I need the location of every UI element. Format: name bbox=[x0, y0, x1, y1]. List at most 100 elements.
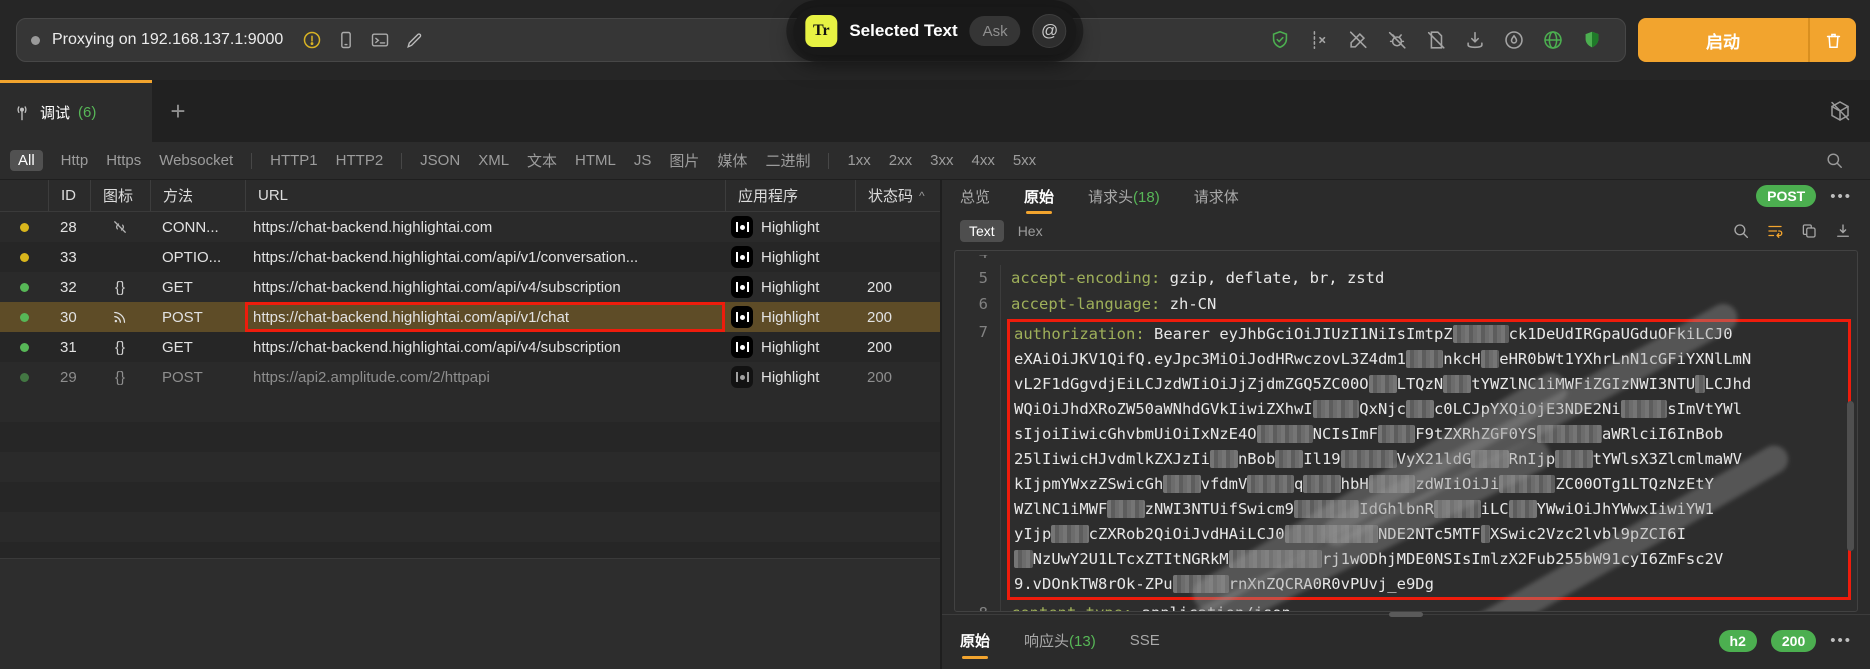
raw-request-view[interactable]: 4 accept: */* 5 accept-encoding: gzip, d… bbox=[954, 250, 1858, 612]
col-url[interactable]: URL bbox=[245, 180, 725, 211]
filter-html[interactable]: HTML bbox=[575, 152, 616, 169]
filter-1xx[interactable]: 1xx bbox=[847, 152, 870, 169]
row-url: https://chat-backend.highlightai.com/api… bbox=[245, 272, 725, 302]
highlight-app-icon bbox=[731, 336, 753, 358]
request-response-splitter[interactable] bbox=[942, 612, 1870, 620]
pending-dot bbox=[20, 223, 29, 232]
filter-http[interactable]: Http bbox=[61, 152, 89, 169]
tab-debug-session[interactable]: 调试 (6) bbox=[0, 80, 152, 142]
row-id: 33 bbox=[48, 249, 90, 266]
tab-response-headers[interactable]: 响应头(13) bbox=[1024, 630, 1096, 651]
detail-panel: 总览 原始 请求头(18) 请求体 POST ••• Text Hex bbox=[942, 180, 1870, 669]
tab-raw[interactable]: 原始 bbox=[1024, 186, 1054, 207]
highlight-app-icon bbox=[731, 276, 753, 298]
tab-debug-label: 调试 bbox=[40, 102, 70, 123]
ask-button[interactable]: Ask bbox=[970, 16, 1021, 46]
filter-http1[interactable]: HTTP1 bbox=[270, 152, 318, 169]
view-text-tab[interactable]: Text bbox=[960, 220, 1004, 242]
tab-sse[interactable]: SSE bbox=[1130, 632, 1160, 649]
content-search-icon[interactable] bbox=[1732, 222, 1750, 240]
new-tab-button[interactable]: + bbox=[152, 80, 204, 142]
tab-response-raw[interactable]: 原始 bbox=[960, 630, 990, 651]
filter-http2[interactable]: HTTP2 bbox=[336, 152, 384, 169]
splitter-grip[interactable] bbox=[1389, 612, 1423, 617]
filter-text[interactable]: 文本 bbox=[527, 150, 557, 171]
start-button[interactable]: 启动 bbox=[1638, 18, 1856, 62]
col-status[interactable]: 状态码^ bbox=[855, 180, 940, 211]
col-id[interactable]: ID bbox=[48, 180, 90, 211]
security-shield-icon[interactable] bbox=[1581, 29, 1603, 51]
table-row[interactable]: 31 {} GET https://chat-backend.highlight… bbox=[0, 332, 940, 362]
tab-debug-count: (6) bbox=[78, 104, 96, 121]
col-app[interactable]: 应用程序 bbox=[725, 180, 855, 211]
filter-json[interactable]: JSON bbox=[420, 152, 460, 169]
filter-group-status: 1xx 2xx 3xx 4xx 5xx bbox=[847, 152, 1036, 169]
table-row-selected[interactable]: 30 POST https://chat-backend.highlightai… bbox=[0, 302, 940, 332]
row-app: Highlight bbox=[725, 306, 855, 328]
tab-request-body[interactable]: 请求体 bbox=[1194, 186, 1239, 207]
table-row[interactable]: 28 CONN... https://chat-backend.highligh… bbox=[0, 212, 940, 242]
clear-trash-icon[interactable] bbox=[1808, 18, 1856, 62]
tab-overview[interactable]: 总览 bbox=[960, 186, 990, 207]
authorization-header-line: 7 authorization: Bearer eyJhbGciOiJIUzI1… bbox=[955, 317, 1857, 600]
filter-divider bbox=[251, 153, 252, 169]
filter-group-type: JSON XML 文本 HTML JS 图片 媒体 二进制 bbox=[420, 150, 810, 171]
success-dot bbox=[20, 313, 29, 322]
tab-request-headers[interactable]: 请求头(18) bbox=[1088, 186, 1160, 207]
filter-image[interactable]: 图片 bbox=[669, 150, 699, 171]
table-row[interactable]: 33 OPTIO... https://chat-backend.highlig… bbox=[0, 242, 940, 272]
warning-icon[interactable] bbox=[301, 29, 323, 51]
word-wrap-icon[interactable] bbox=[1766, 222, 1784, 240]
header-line: 6 accept-language: zh-CN bbox=[955, 291, 1857, 317]
filter-2xx[interactable]: 2xx bbox=[889, 152, 912, 169]
row-method: GET bbox=[150, 279, 245, 296]
edit-pencil-icon[interactable] bbox=[403, 29, 425, 51]
export-download-icon[interactable] bbox=[1834, 222, 1852, 240]
table-row[interactable]: 29 {} POST https://api2.amplitude.com/2/… bbox=[0, 362, 940, 392]
table-row[interactable]: 32 {} GET https://chat-backend.highlight… bbox=[0, 272, 940, 302]
filter-xml[interactable]: XML bbox=[478, 152, 509, 169]
content-scrollbar[interactable] bbox=[1847, 401, 1854, 551]
filter-4xx[interactable]: 4xx bbox=[971, 152, 994, 169]
terminal-icon[interactable] bbox=[369, 29, 391, 51]
line-number: 7 bbox=[955, 317, 1001, 600]
phone-icon[interactable] bbox=[335, 29, 357, 51]
col-method[interactable]: 方法 bbox=[150, 180, 245, 211]
view-hex-tab[interactable]: Hex bbox=[1018, 223, 1043, 239]
copy-icon[interactable] bbox=[1800, 222, 1818, 240]
filter-websocket[interactable]: Websocket bbox=[159, 152, 233, 169]
filter-binary[interactable]: 二进制 bbox=[765, 150, 810, 171]
debug-off-icon[interactable] bbox=[1386, 29, 1408, 51]
pending-dot bbox=[20, 253, 29, 262]
more-menu-icon[interactable]: ••• bbox=[1830, 188, 1852, 205]
certificate-shield-icon[interactable] bbox=[1269, 29, 1291, 51]
highlight-app-icon bbox=[731, 306, 753, 328]
highlight-app-icon bbox=[731, 366, 753, 388]
response-more-menu-icon[interactable]: ••• bbox=[1830, 632, 1852, 649]
highlight-app-icon bbox=[731, 246, 753, 268]
text-format-icon: Tr bbox=[805, 15, 837, 47]
filter-divider bbox=[401, 153, 402, 169]
drop-record-icon[interactable] bbox=[1503, 29, 1525, 51]
breakpoint-icon[interactable] bbox=[1308, 29, 1330, 51]
filter-3xx[interactable]: 3xx bbox=[930, 152, 953, 169]
filter-js[interactable]: JS bbox=[634, 152, 652, 169]
stream-icon bbox=[90, 308, 150, 326]
link-off-icon bbox=[90, 218, 150, 236]
row-url: https://api2.amplitude.com/2/httpapi bbox=[245, 362, 725, 392]
rewrite-off-icon[interactable] bbox=[1347, 29, 1369, 51]
import-download-icon[interactable] bbox=[1464, 29, 1486, 51]
filter-https[interactable]: Https bbox=[106, 152, 141, 169]
mention-button[interactable]: @ bbox=[1033, 14, 1067, 48]
network-globe-icon[interactable] bbox=[1542, 29, 1564, 51]
search-icon[interactable] bbox=[1825, 151, 1844, 170]
selected-text-label: Selected Text bbox=[849, 21, 957, 41]
col-icon[interactable]: 图标 bbox=[90, 180, 150, 211]
filter-all[interactable]: All bbox=[10, 150, 43, 171]
filter-media[interactable]: 媒体 bbox=[717, 150, 747, 171]
package-off-icon[interactable] bbox=[1828, 99, 1852, 123]
script-off-icon[interactable] bbox=[1425, 29, 1447, 51]
response-tabs: 原始 响应头(13) SSE h2 200 ••• bbox=[942, 620, 1870, 661]
filter-5xx[interactable]: 5xx bbox=[1013, 152, 1036, 169]
table-footer-area bbox=[0, 558, 940, 669]
